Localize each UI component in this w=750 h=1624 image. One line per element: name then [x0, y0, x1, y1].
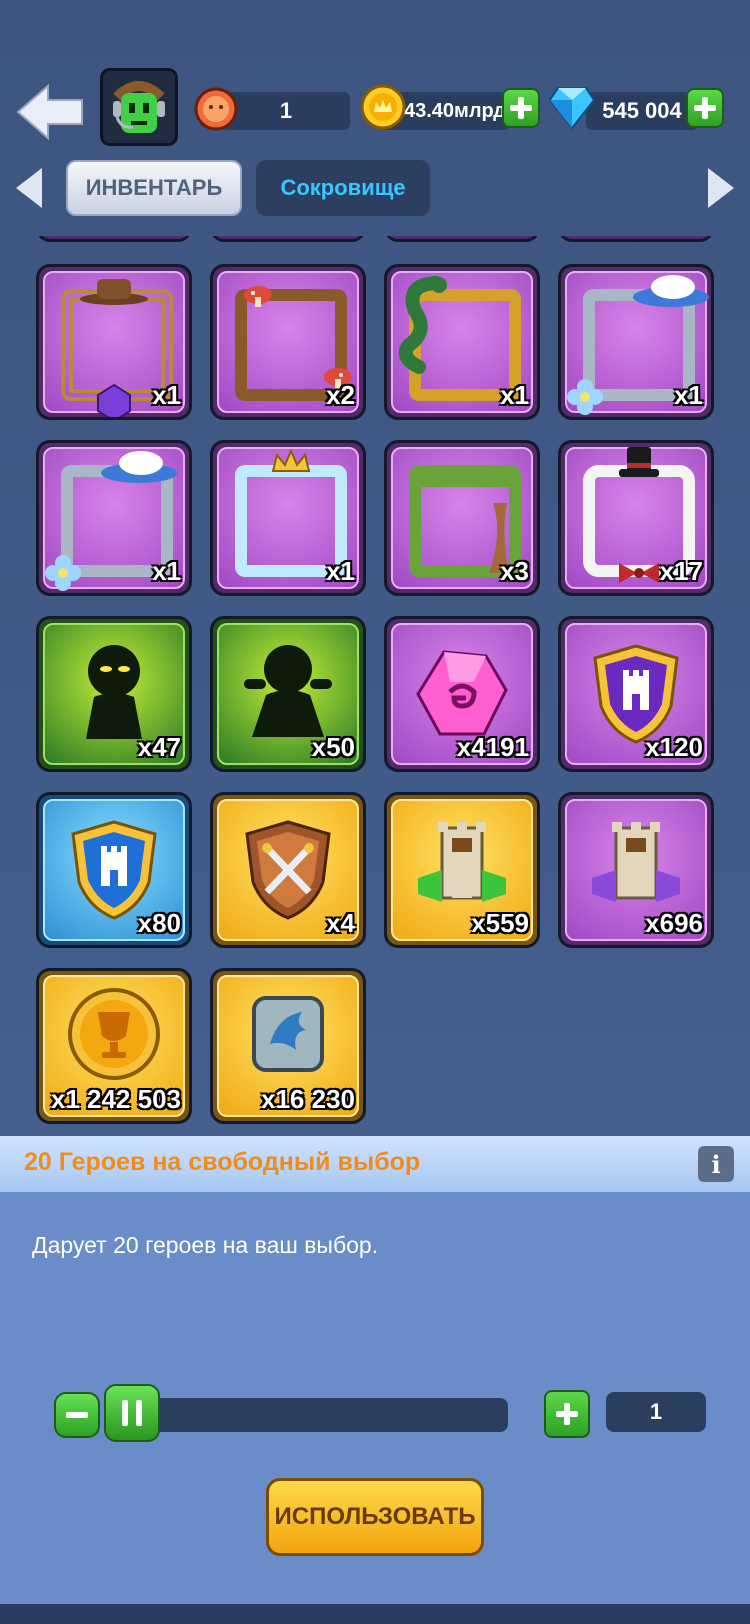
quantity-value: 1 [649, 1399, 663, 1424]
tab-prev-arrow-icon[interactable] [16, 168, 42, 208]
inventory-item[interactable]: x120 [558, 616, 714, 772]
inventory-item[interactable]: x1 [210, 440, 366, 596]
level-display: 1 [222, 92, 350, 130]
quantity-slider-handle[interactable] [104, 1384, 160, 1442]
blue-hat-icon [101, 451, 177, 483]
inventory-item[interactable]: x17 [558, 440, 714, 596]
item-count: x1 [152, 380, 181, 410]
inventory-item[interactable] [210, 236, 366, 242]
purple-tower-chest-icon [592, 822, 680, 902]
quantity-field[interactable]: 1 [606, 1392, 706, 1432]
item-count: x2 [326, 380, 355, 410]
blue-flower-icon [45, 555, 81, 591]
item-count: x559 [471, 908, 529, 938]
inventory-item[interactable]: x1 [558, 264, 714, 420]
diamond-icon [548, 86, 596, 135]
inventory-item[interactable]: x696 [558, 792, 714, 948]
item-count: x80 [137, 908, 181, 938]
item-count: x4191 [456, 732, 529, 762]
inventory-item[interactable]: x1 [384, 264, 540, 420]
item-count: x1 [500, 380, 529, 410]
item-count: x1 [674, 380, 703, 410]
quantity-slider-track[interactable] [104, 1398, 508, 1432]
inventory-item[interactable]: x4191 [384, 616, 540, 772]
inventory-item[interactable]: x47 [36, 616, 192, 772]
avatar[interactable] [100, 68, 178, 146]
gold-coin-icon [360, 84, 406, 135]
tab-next-arrow-icon[interactable] [708, 168, 734, 208]
add-gold-button[interactable] [502, 88, 540, 128]
item-detail-panel: Дарует 20 героев на ваш выбор. 1 ИСПОЛЬЗ… [0, 1192, 750, 1604]
inventory-item[interactable]: x4 [210, 792, 366, 948]
inventory-item[interactable]: x1 [36, 440, 192, 596]
cowboy-hat-icon [80, 279, 148, 305]
item-count: x16 230 [261, 1084, 355, 1114]
level-value: 1 [279, 98, 293, 123]
inventory-item[interactable]: x3 [384, 440, 540, 596]
inventory-grid: x1 x2 x1 x1 x1 x1 x3 x17 x47 x50 x4191 x… [0, 236, 750, 1136]
quantity-decrease-button[interactable] [54, 1392, 100, 1438]
item-detail-title: 20 Героев на свободный выбор [24, 1148, 421, 1176]
back-arrow-icon[interactable] [16, 82, 84, 142]
bottom-bar [0, 1604, 750, 1624]
gems-display: 545 004 [586, 92, 698, 130]
inventory-item[interactable]: x1 [36, 264, 192, 420]
bow-tie-icon [619, 563, 659, 583]
inventory-item[interactable]: x50 [210, 616, 366, 772]
top-bar: 1 43.40млрд 545 004 [0, 60, 750, 160]
inventory-tabs: ИНВЕНТАРЬ Сокровище [0, 158, 750, 220]
blue-hat-icon [633, 275, 709, 307]
crossed-swords-shield-icon [245, 820, 331, 920]
trophy-coin-icon [68, 988, 160, 1080]
inventory-item[interactable]: x80 [36, 792, 192, 948]
inventory-item[interactable]: x1 242 503 [36, 968, 192, 1124]
mushroom-icon [244, 286, 272, 307]
quantity-increase-button[interactable] [544, 1390, 590, 1438]
item-count: x120 [645, 732, 703, 762]
item-count: x1 242 503 [50, 1084, 181, 1114]
tab-treasure[interactable]: Сокровище [256, 160, 430, 216]
crown-icon [271, 449, 311, 472]
gold-value: 43.40млрд [404, 99, 506, 122]
monkey-token-icon [194, 86, 238, 137]
item-count: x3 [500, 556, 529, 586]
add-gems-button[interactable] [686, 88, 724, 128]
tower-shield-icon [71, 820, 157, 920]
info-icon[interactable]: i [698, 1146, 734, 1182]
gems-value: 545 004 [602, 98, 682, 123]
item-count: x17 [659, 556, 703, 586]
inventory-item[interactable]: x2 [210, 264, 366, 420]
inventory-item[interactable] [384, 236, 540, 242]
item-count: x47 [137, 732, 181, 762]
purple-gem-icon [416, 650, 508, 736]
item-count: x696 [645, 908, 703, 938]
inventory-item[interactable] [558, 236, 714, 242]
serpent-icon [398, 276, 447, 374]
dragon-stone-icon [252, 996, 324, 1072]
item-detail-header: 20 Героев на свободный выбор i [0, 1136, 750, 1192]
item-count: x1 [326, 556, 355, 586]
inventory-item[interactable]: x559 [384, 792, 540, 948]
green-tower-chest-icon [418, 822, 506, 902]
use-button[interactable]: ИСПОЛЬЗОВАТЬ [266, 1478, 484, 1556]
blue-flower-icon [567, 379, 603, 415]
item-count: x50 [311, 732, 355, 762]
item-count: x4 [326, 908, 355, 938]
item-count: x1 [152, 556, 181, 586]
tower-shield-icon [593, 644, 679, 744]
inventory-item[interactable]: x16 230 [210, 968, 366, 1124]
item-description: Дарует 20 героев на ваш выбор. [32, 1232, 379, 1258]
inventory-item[interactable] [36, 236, 192, 242]
tab-inventory[interactable]: ИНВЕНТАРЬ [66, 160, 242, 216]
purple-jewel-icon [97, 383, 131, 417]
top-hat-icon [619, 447, 659, 477]
